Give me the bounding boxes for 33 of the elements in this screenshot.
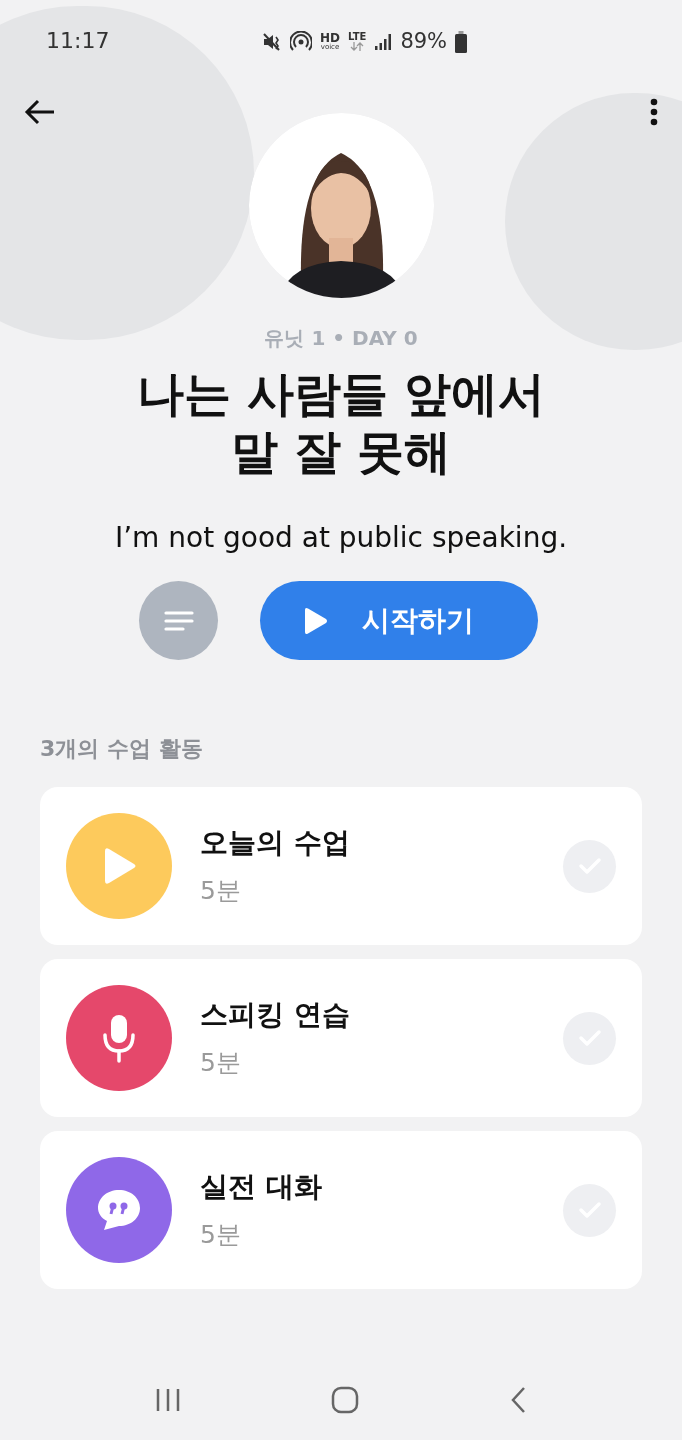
activity-duration: 5분 [200,1047,242,1080]
start-button[interactable]: 시작하기 [260,581,538,660]
activity-card[interactable]: 스피킹 연습 5분 [40,959,642,1117]
lte-label: LTE [348,32,367,43]
speech-bubble-icon [96,1188,142,1232]
signal-icon [374,32,393,51]
activity-title: 실전 대화 [200,1169,323,1206]
activity-title: 오늘의 수업 [200,825,351,862]
battery-percent: 89% [400,28,448,55]
activity-card[interactable]: 실전 대화 5분 [40,1131,642,1289]
lesson-title: 말 잘 못해 [230,423,452,481]
recent-apps-icon[interactable] [155,1387,181,1413]
data-arrows-icon [350,42,365,52]
home-icon[interactable] [331,1386,359,1414]
activity-duration: 5분 [200,875,242,908]
status-time: 11:17 [46,26,110,55]
activity-duration: 5분 [200,1219,242,1252]
hd-label: HD [320,32,340,45]
battery-icon [455,30,468,53]
play-icon [302,606,328,635]
activity-title: 스피킹 연습 [200,997,351,1034]
back-icon[interactable] [509,1386,527,1414]
activity-card[interactable]: 오늘의 수업 5분 [40,787,642,945]
lines-icon [163,609,194,632]
back-arrow-icon[interactable] [24,98,56,126]
lesson-title: 나는 사람들 앞에서 [136,365,546,423]
hotspot-icon [290,30,312,53]
section-title: 3개의 수업 활동 [40,735,204,763]
microphone-icon [101,1013,137,1063]
translation-text: I’m not good at public speaking. [114,520,568,556]
unit-label: 유닛 1 • DAY 0 [264,325,418,352]
mute-icon [262,31,282,52]
more-options-icon[interactable] [650,98,658,126]
